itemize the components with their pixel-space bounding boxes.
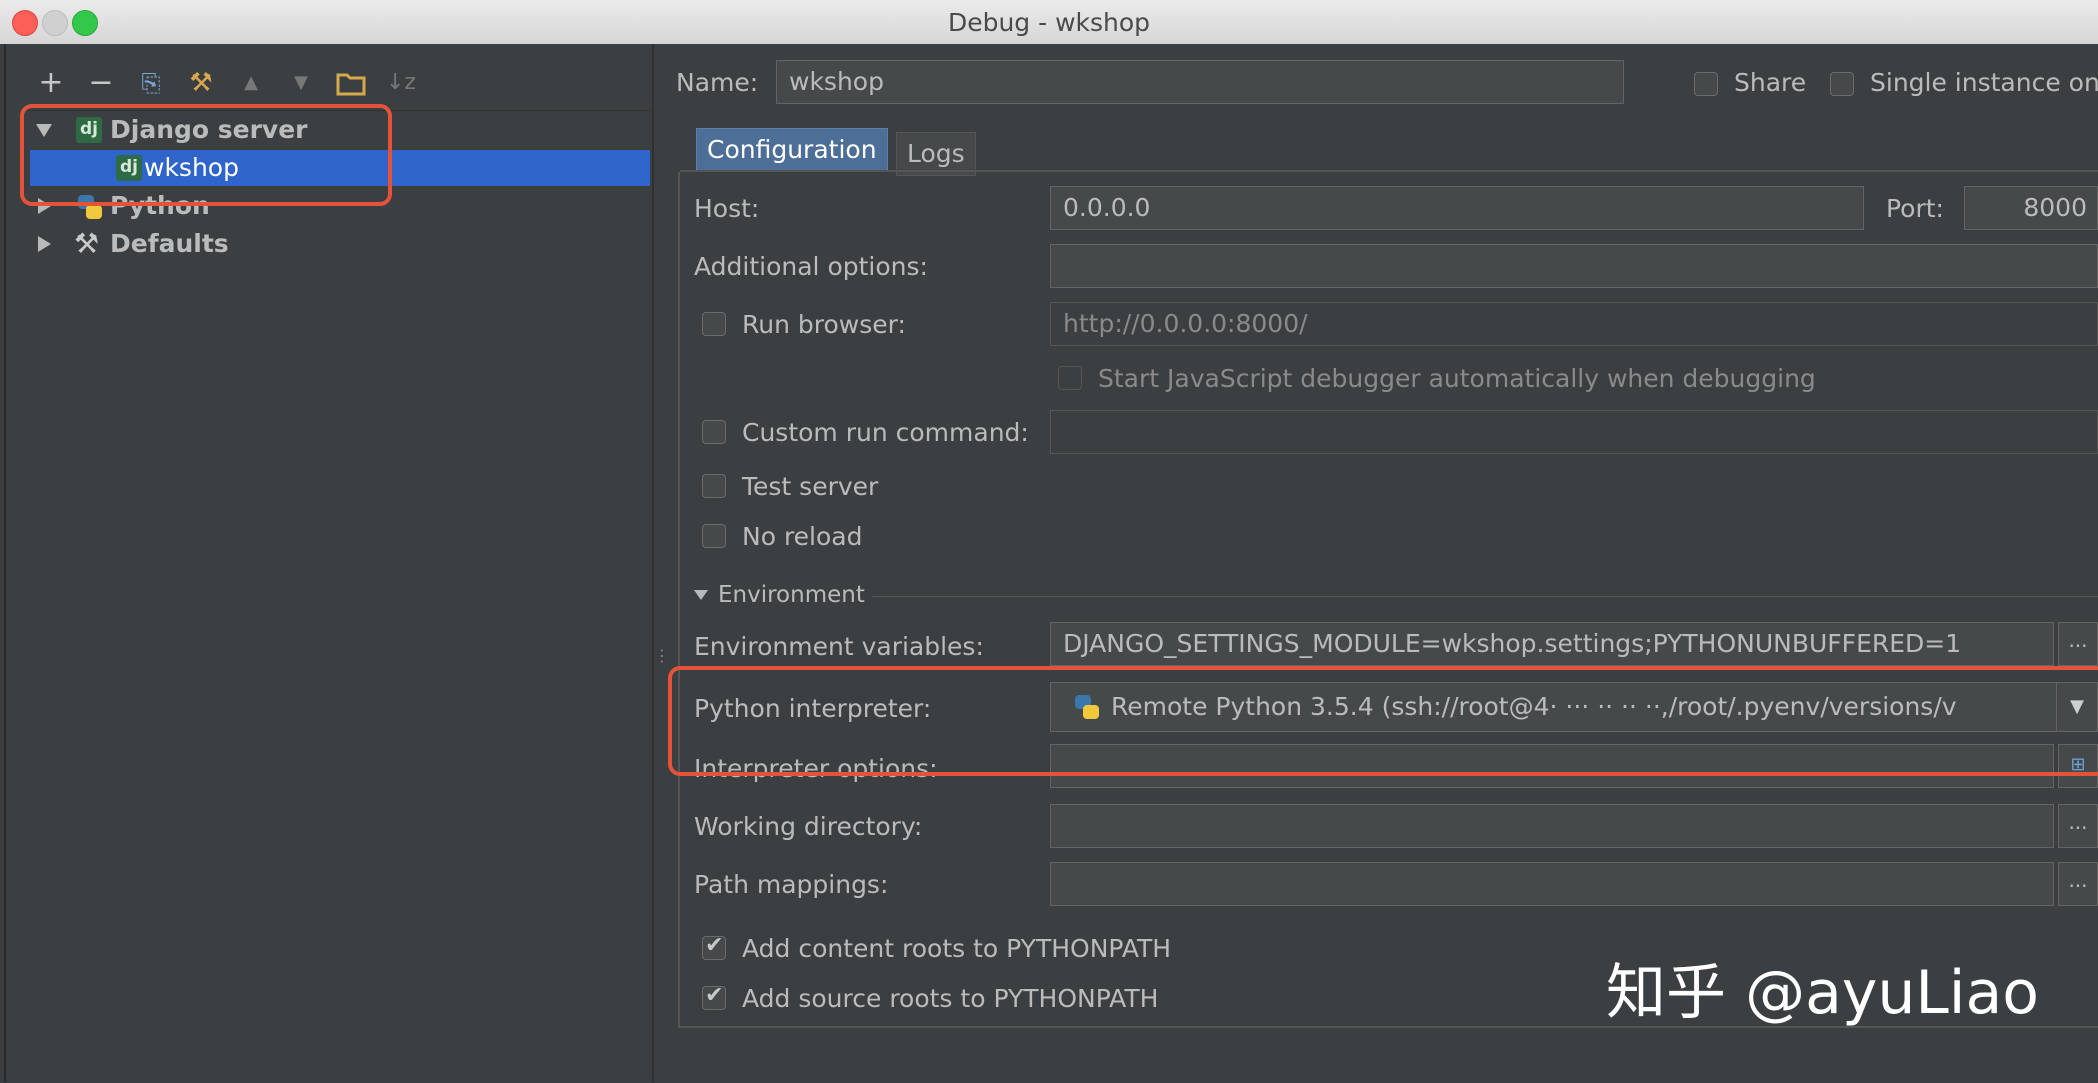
env-vars-input[interactable]: DJANGO_SETTINGS_MODULE=wkshop.settings;P… (1050, 622, 2054, 666)
sort-button[interactable]: ↓z (384, 66, 418, 100)
move-down-button[interactable]: ▼ (284, 66, 318, 100)
folder-icon (336, 73, 366, 96)
single-instance-label: Single instance on (1870, 68, 2098, 97)
path-mappings-input[interactable] (1050, 862, 2054, 906)
test-server-label: Test server (742, 472, 879, 501)
port-label: Port: (1886, 194, 1944, 223)
no-reload-checkbox[interactable] (702, 524, 726, 548)
content-roots-checkbox[interactable] (702, 933, 726, 960)
tab-configuration[interactable]: Configuration (696, 128, 888, 172)
custom-run-input[interactable] (1050, 410, 2098, 454)
config-frame-left (678, 172, 680, 1028)
interpreter-highlight-box (668, 666, 2098, 776)
name-label: Name: (676, 68, 759, 97)
working-dir-input[interactable] (1050, 804, 2054, 848)
tree-highlight-box (20, 104, 392, 206)
edit-defaults-button[interactable]: ⚒ (184, 66, 218, 100)
collapse-arrow-icon[interactable] (38, 236, 51, 252)
environment-collapse-icon[interactable] (694, 590, 708, 600)
share-checkbox[interactable] (1694, 72, 1718, 96)
source-roots-checkbox[interactable] (702, 983, 726, 1010)
path-mappings-label: Path mappings: (694, 870, 889, 899)
custom-run-checkbox[interactable] (702, 420, 726, 444)
tree-item-label: Defaults (110, 229, 229, 258)
custom-run-label: Custom run command: (742, 418, 1029, 447)
add-config-button[interactable]: + (34, 66, 68, 100)
run-browser-checkbox[interactable] (702, 312, 726, 336)
env-vars-label: Environment variables: (694, 632, 984, 661)
env-vars-browse-button[interactable]: ... (2058, 622, 2098, 666)
js-debugger-checkbox[interactable] (1058, 366, 1082, 390)
tab-divider (680, 170, 2098, 172)
remove-config-button[interactable]: − (84, 66, 118, 100)
share-label: Share (1734, 68, 1807, 97)
left-border (4, 44, 6, 1082)
host-input[interactable]: 0.0.0.0 (1050, 186, 1864, 230)
folder-button[interactable] (334, 66, 368, 100)
move-up-button[interactable]: ▲ (234, 66, 268, 100)
source-roots-label: Add source roots to PYTHONPATH (742, 984, 1159, 1013)
title-bar: Debug - wkshop (0, 0, 2098, 45)
no-reload-label: No reload (742, 522, 863, 551)
additional-options-input[interactable] (1050, 244, 2098, 288)
splitter-grip-icon: ⋮ (654, 646, 670, 665)
environment-divider (872, 596, 2098, 597)
name-input[interactable]: wkshop (776, 60, 1624, 104)
test-server-checkbox[interactable] (702, 474, 726, 498)
window-title: Debug - wkshop (947, 8, 1151, 37)
tree-item-defaults[interactable]: ⚒ Defaults (30, 226, 650, 262)
run-browser-url-input[interactable]: http://0.0.0.0:8000/ (1050, 302, 2098, 346)
environment-header[interactable]: Environment (718, 582, 865, 608)
watermark: 知乎 @ayuLiao (1606, 958, 2039, 1028)
content-roots-label: Add content roots to PYTHONPATH (742, 934, 1172, 963)
copy-config-button[interactable]: ⎘ (134, 66, 168, 100)
js-debugger-label: Start JavaScript debugger automatically … (1098, 364, 1816, 393)
path-mappings-browse-button[interactable]: ... (2058, 862, 2098, 906)
working-dir-browse-button[interactable]: ... (2058, 804, 2098, 848)
wrench-icon: ⚒ (74, 227, 100, 260)
host-label: Host: (694, 194, 760, 223)
single-instance-checkbox[interactable] (1830, 72, 1854, 96)
port-input[interactable]: 8000 (1964, 186, 2098, 230)
additional-options-label: Additional options: (694, 252, 928, 281)
run-browser-label: Run browser: (742, 310, 906, 339)
working-dir-label: Working directory: (694, 812, 923, 841)
